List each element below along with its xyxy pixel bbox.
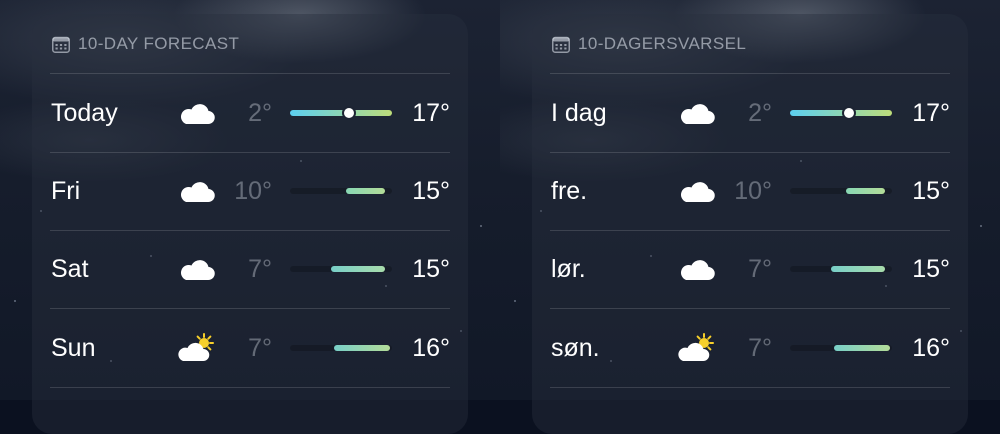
day-label: Sun <box>51 334 96 362</box>
temp-range-fill <box>333 345 390 351</box>
cloud-icon <box>680 104 715 125</box>
card-header: 10-DAGERSVARSEL <box>552 34 746 54</box>
temp-range-fill <box>290 110 392 116</box>
high-temp: 16° <box>412 334 450 362</box>
high-temp: 17° <box>912 99 950 127</box>
partly-sunny-icon <box>678 333 714 362</box>
forecast-row-fri[interactable]: Fri 10° 15° <box>32 152 468 230</box>
temp-range-bar <box>290 188 392 194</box>
card-header: 10-DAY FORECAST <box>52 34 239 54</box>
current-temp-dot <box>344 108 355 118</box>
forecast-row-lor[interactable]: lør. 7° 15° <box>532 230 968 308</box>
forecast-row-fre[interactable]: fre. 10° 15° <box>532 152 968 230</box>
day-label: I dag <box>551 99 607 127</box>
high-temp: 15° <box>412 177 450 205</box>
forecast-row-son[interactable]: søn. 7° 16° <box>532 309 968 387</box>
low-temp: 7° <box>248 334 272 362</box>
forecast-row-sun[interactable]: Sun 7° 16° <box>32 309 468 387</box>
temp-range-bar <box>790 188 892 194</box>
divider <box>550 387 950 388</box>
partly-sunny-icon <box>178 333 214 362</box>
cloud-icon <box>680 182 715 203</box>
temp-range-fill <box>846 188 885 194</box>
cloud-icon <box>180 104 215 125</box>
temp-range-fill <box>330 266 385 272</box>
temp-range-fill <box>790 110 892 116</box>
day-label: Fri <box>51 177 81 205</box>
low-temp: 7° <box>248 255 272 283</box>
low-temp: 10° <box>234 177 272 205</box>
day-label: søn. <box>551 334 600 362</box>
day-label: Today <box>51 99 118 127</box>
divider <box>50 387 450 388</box>
forecast-card: 10-DAGERSVARSEL I dag 2° 17° fre. 10° 15… <box>532 14 968 434</box>
current-temp-dot <box>844 108 855 118</box>
high-temp: 15° <box>412 255 450 283</box>
forecast-row-i-dag[interactable]: I dag 2° 17° <box>532 74 968 152</box>
calendar-icon <box>552 36 570 53</box>
temp-range-fill <box>830 266 885 272</box>
card-title: 10-DAY FORECAST <box>78 34 240 53</box>
calendar-icon <box>52 36 70 53</box>
cloud-icon <box>180 182 215 203</box>
forecast-row-sat[interactable]: Sat 7° 15° <box>32 230 468 308</box>
low-temp: 7° <box>748 334 772 362</box>
forecast-row-today[interactable]: Today 2° 17° <box>32 74 468 152</box>
temp-range-bar <box>290 345 392 351</box>
temp-range-bar <box>290 266 392 272</box>
temp-range-fill <box>346 188 385 194</box>
high-temp: 17° <box>412 99 450 127</box>
day-label: fre. <box>551 177 588 205</box>
temp-range-bar <box>790 345 892 351</box>
low-temp: 2° <box>248 99 272 127</box>
card-title: 10-DAGERSVARSEL <box>578 34 747 53</box>
cloud-icon <box>680 260 715 281</box>
low-temp: 2° <box>748 99 772 127</box>
temp-range-bar <box>790 108 892 118</box>
low-temp: 10° <box>734 177 772 205</box>
high-temp: 15° <box>912 177 950 205</box>
temp-range-bar <box>790 266 892 272</box>
temp-range-bar <box>290 108 392 118</box>
high-temp: 15° <box>912 255 950 283</box>
day-label: Sat <box>51 255 89 283</box>
day-label: lør. <box>551 255 586 283</box>
cloud-icon <box>180 260 215 281</box>
forecast-card: 10-DAY FORECAST Today 2° 17° Fri 10° 15°… <box>32 14 468 434</box>
high-temp: 16° <box>912 334 950 362</box>
temp-range-fill <box>833 345 890 351</box>
low-temp: 7° <box>748 255 772 283</box>
